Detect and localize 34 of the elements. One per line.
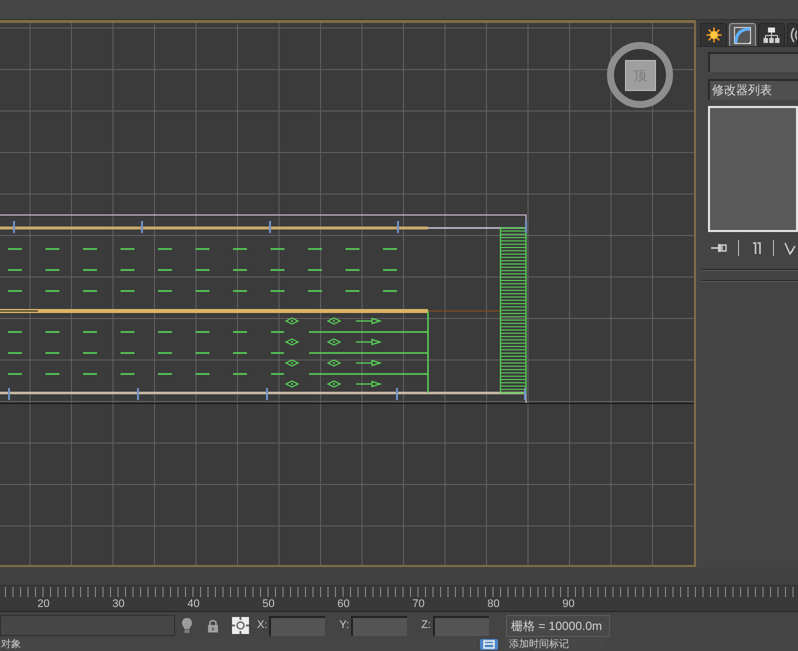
- crosshair-icon[interactable]: [232, 617, 249, 634]
- track-bar[interactable]: 20 30 40 50 60 70 80 90: [0, 586, 798, 612]
- sun-icon: [706, 27, 722, 43]
- lock-icon[interactable]: [207, 618, 219, 632]
- modifier-list-dropdown[interactable]: 修改器列表: [708, 79, 798, 100]
- command-panel-tab[interactable]: [700, 23, 727, 46]
- axis-label: X:: [257, 619, 268, 632]
- name-field[interactable]: [708, 52, 798, 72]
- modifier-stack-list[interactable]: [708, 106, 798, 232]
- command-panel-tab[interactable]: [787, 23, 798, 46]
- axis-label: Z:: [421, 619, 431, 632]
- bars-icon[interactable]: [752, 242, 761, 254]
- command-panel-tab[interactable]: [758, 23, 785, 46]
- frame-number: 40: [186, 598, 201, 611]
- coordinate-field[interactable]: [432, 616, 489, 636]
- axis-label: Y:: [339, 619, 350, 632]
- arcs-icon: [790, 27, 797, 43]
- curve-icon: [734, 26, 751, 44]
- frame-number: 50: [261, 598, 276, 611]
- frame-number: 20: [36, 598, 51, 611]
- frame-number: 80: [486, 598, 501, 611]
- frame-number: 30: [111, 598, 126, 611]
- frame-number: 70: [411, 598, 426, 611]
- bulb-icon[interactable]: [181, 617, 193, 634]
- hierarchy-icon: [763, 26, 780, 44]
- coordinate-field[interactable]: [351, 616, 408, 636]
- frame-number: 90: [561, 598, 576, 611]
- coordinate-field[interactable]: [269, 616, 326, 636]
- frame-number: 60: [336, 598, 351, 611]
- script-field[interactable]: [0, 615, 175, 636]
- tag-icon[interactable]: [480, 639, 498, 650]
- grid-spacing-readout: 栅格 = 10000.0m: [506, 614, 610, 636]
- pin-icon[interactable]: [711, 242, 727, 254]
- branch-icon[interactable]: [784, 242, 796, 254]
